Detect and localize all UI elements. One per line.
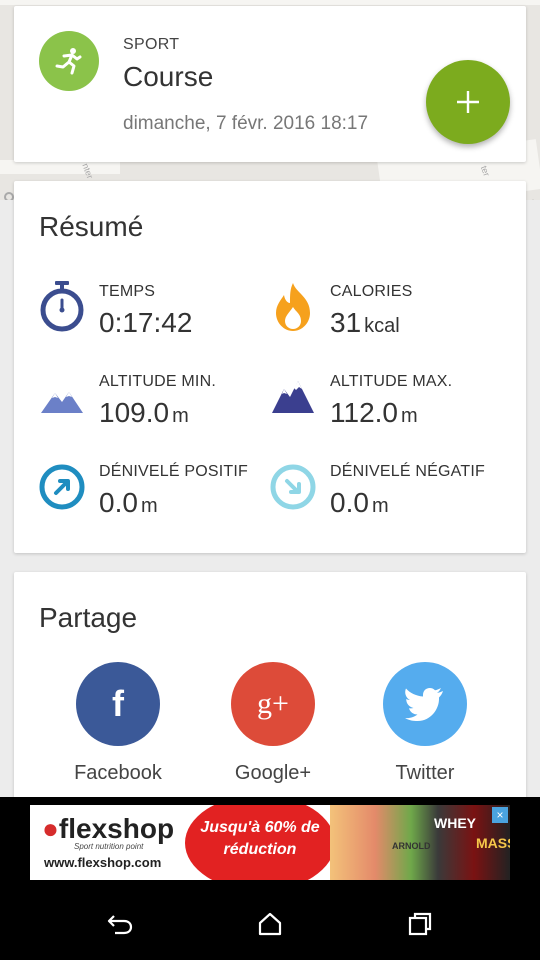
ad-tagline: Sport nutrition point [74, 842, 144, 851]
ad-logo: ●flexshop [42, 813, 175, 844]
recents-icon [408, 912, 432, 936]
stat-label: ALTITUDE MIN. [99, 373, 216, 390]
share-label: Facebook [74, 762, 162, 784]
stat-time: TEMPS 0:17:42 [39, 281, 269, 341]
close-icon[interactable]: × [492, 807, 508, 823]
stat-calories: CALORIES 31 kcal [270, 281, 500, 341]
recents-button[interactable] [400, 907, 440, 941]
stat-label: DÉNIVELÉ POSITIF [99, 463, 249, 480]
summary-card: Résumé TEMPS 0:17:42 CALORIES 31 kcal AL… [14, 181, 526, 553]
stat-label: ALTITUDE MAX. [330, 373, 453, 390]
share-twitter-button[interactable]: Twitter [355, 662, 495, 792]
ad-product-label: WHEY [434, 815, 476, 831]
ad-product-image: ARNOLD WHEY MASS [330, 805, 510, 880]
running-icon [39, 31, 99, 91]
stat-altitude-max: ALTITUDE MAX. 112.0 m [270, 371, 500, 431]
share-facebook-button[interactable]: f Facebook [48, 662, 188, 792]
stopwatch-icon [39, 281, 85, 333]
stat-label: CALORIES [330, 283, 413, 300]
activity-name: Course [123, 61, 214, 92]
share-google-plus-button[interactable]: g+ Google+ [203, 662, 343, 792]
ad-product-label: MASS [476, 835, 510, 851]
mountain-high-icon [270, 371, 316, 423]
stat-value: 109.0 m [99, 397, 189, 428]
stat-value: 112.0 m [330, 397, 418, 428]
ad-product-label: ARNOLD [392, 841, 431, 851]
ascent-icon [39, 461, 85, 513]
back-button[interactable] [100, 907, 140, 941]
stat-label: TEMPS [99, 283, 156, 300]
share-label: Google+ [234, 762, 312, 784]
summary-title: Résumé [39, 211, 144, 242]
share-title: Partage [39, 602, 138, 633]
add-button[interactable] [426, 60, 510, 144]
stat-altitude-min: ALTITUDE MIN. 109.0 m [39, 371, 269, 431]
share-card: Partage f Facebook g+ Google+ Twitter [14, 572, 526, 812]
ad-promo: Jusqu'à 60% de réduction [185, 805, 335, 880]
activity-date: dimanche, 7 févr. 2016 18:17 [123, 113, 369, 134]
ad-banner[interactable]: ●flexshop Sport nutrition point www.flex… [30, 805, 510, 880]
stat-descent: DÉNIVELÉ NÉGATIF 0.0 m [270, 461, 500, 521]
stat-value: 31 kcal [330, 307, 400, 338]
google-plus-icon: g+ [231, 662, 315, 746]
plus-icon [457, 91, 479, 113]
home-icon [258, 912, 282, 936]
stat-value: 0.0 m [330, 487, 389, 518]
ad-url: www.flexshop.com [44, 855, 162, 870]
stat-label: DÉNIVELÉ NÉGATIF [330, 463, 485, 480]
share-label: Twitter [395, 762, 455, 784]
navigation-bar [0, 887, 540, 960]
home-button[interactable] [250, 907, 290, 941]
stat-value: 0:17:42 [99, 307, 193, 338]
back-icon [107, 915, 133, 935]
twitter-icon [383, 662, 467, 746]
map-compass-icon [4, 192, 14, 200]
descent-icon [270, 461, 316, 513]
stat-value: 0.0 m [99, 487, 158, 518]
flame-icon [270, 281, 316, 333]
mountain-low-icon [39, 371, 85, 423]
sport-label: SPORT [123, 36, 180, 53]
stat-ascent: DÉNIVELÉ POSITIF 0.0 m [39, 461, 269, 521]
facebook-icon: f [76, 662, 160, 746]
ad-area: ●flexshop Sport nutrition point www.flex… [0, 797, 540, 887]
